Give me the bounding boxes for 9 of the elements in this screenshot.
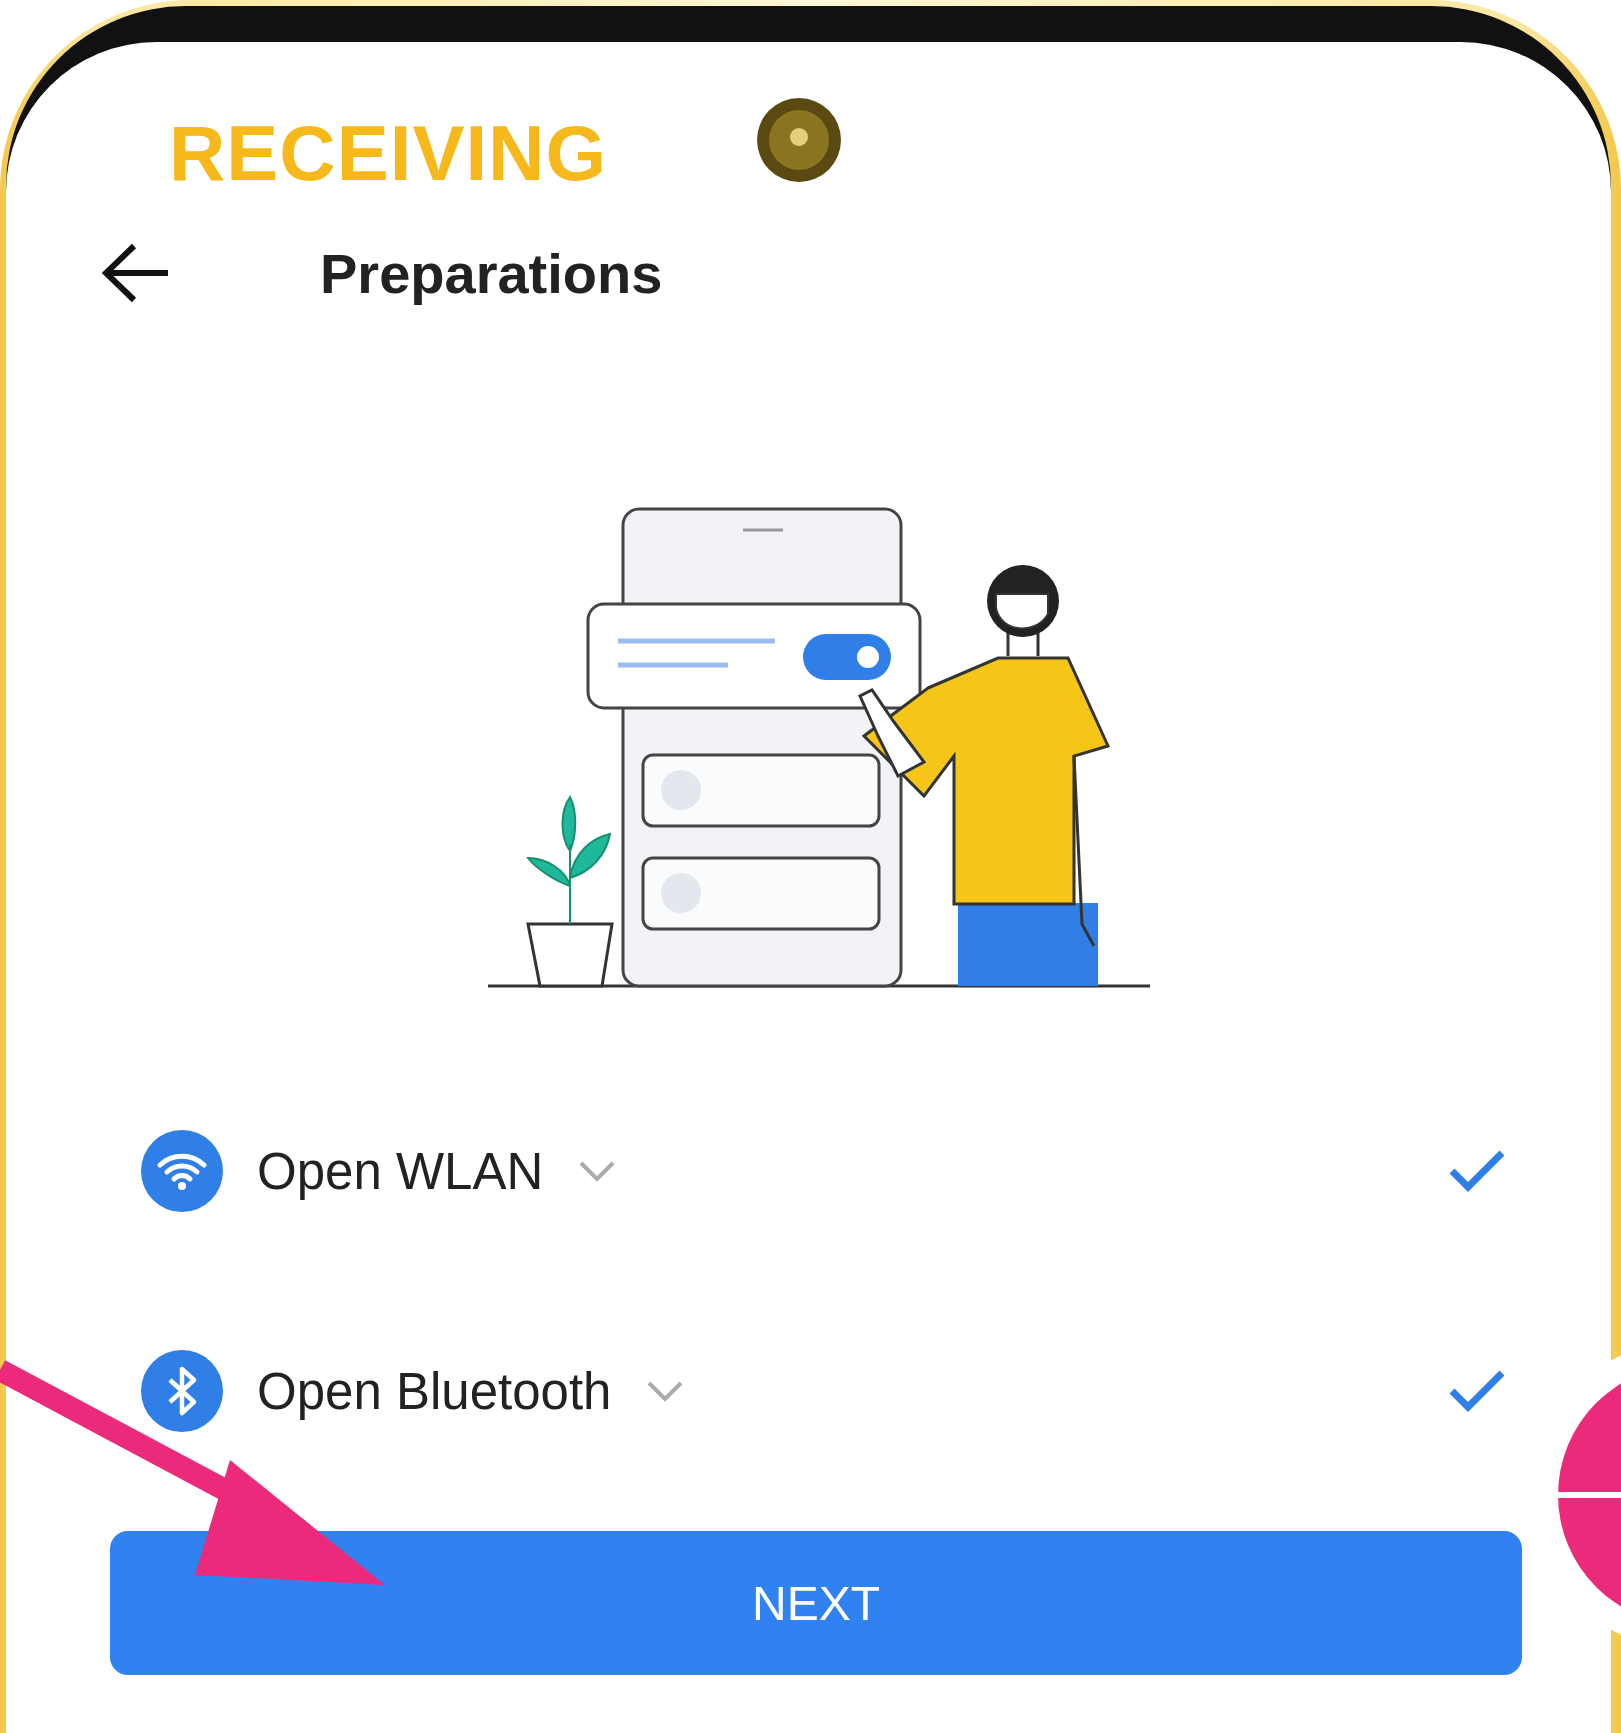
next-button[interactable]: NEXT (110, 1531, 1522, 1675)
bluetooth-icon (141, 1350, 223, 1432)
row-label: Open WLAN (257, 1141, 544, 1201)
back-arrow-icon[interactable] (102, 242, 170, 304)
camera-lens-icon (756, 97, 842, 183)
page-title: Preparations (320, 240, 663, 306)
row-label: Open Bluetooth (257, 1361, 612, 1421)
wifi-icon (141, 1130, 223, 1212)
receiving-label: RECEIVING (169, 108, 608, 199)
